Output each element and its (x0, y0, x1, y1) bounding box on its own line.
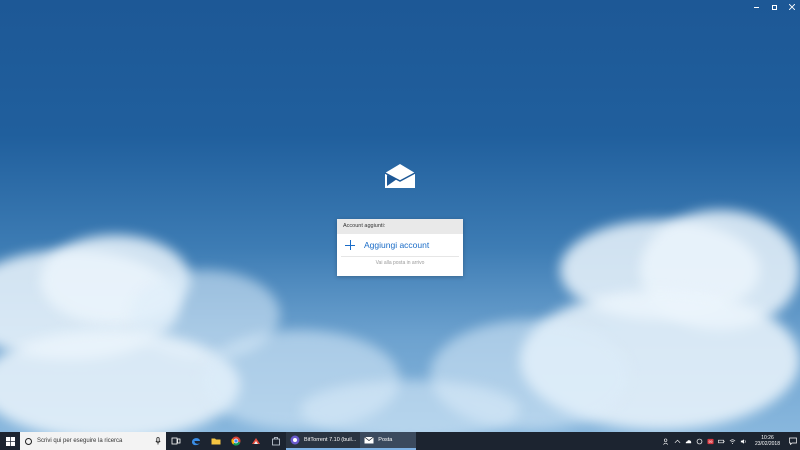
taskbar-item-label: BitTorrent 7.10 (buil... (304, 437, 357, 443)
taskbar: Scrivi qui per eseguire la ricerca BitTo… (0, 432, 800, 450)
system-tray: 99 10:26 23/02/2018 (661, 432, 800, 450)
chevron-up-icon[interactable] (672, 432, 683, 450)
edge-icon[interactable] (186, 432, 206, 450)
account-panel: Account aggiunti: Aggiungi account Vai a… (337, 219, 463, 276)
taskbar-item-label: Posta (378, 437, 393, 443)
taskbar-item-bittorrent[interactable]: BitTorrent 7.10 (buil... (286, 432, 361, 450)
start-button[interactable] (0, 432, 20, 450)
svg-text:99: 99 (709, 439, 713, 443)
sync-icon[interactable] (694, 432, 705, 450)
cortana-icon (25, 437, 32, 445)
add-account-button[interactable]: Aggiungi account (337, 234, 463, 256)
bittorrent-icon (290, 435, 300, 445)
mail-envelope-icon (384, 163, 416, 189)
volume-icon[interactable] (738, 432, 749, 450)
window-controls (746, 0, 800, 14)
clock[interactable]: 10:26 23/02/2018 (749, 435, 786, 448)
wifi-icon[interactable] (727, 432, 738, 450)
file-explorer-icon[interactable] (206, 432, 226, 450)
go-to-inbox-link[interactable]: Vai alla posta in arrivo (337, 257, 463, 266)
action-center-icon[interactable] (786, 432, 800, 450)
mail-icon (364, 436, 374, 444)
minimize-icon[interactable] (748, 0, 764, 14)
close-icon[interactable] (784, 0, 800, 14)
add-account-label: Aggiungi account (364, 240, 430, 250)
onedrive-icon[interactable] (683, 432, 694, 450)
clock-date: 23/02/2018 (754, 441, 780, 447)
search-placeholder: Scrivi qui per eseguire la ricerca (37, 438, 123, 444)
restore-icon[interactable] (766, 0, 782, 14)
taskbar-item-posta[interactable]: Posta (360, 432, 417, 450)
plus-icon (345, 240, 355, 250)
task-view-icon[interactable] (166, 432, 186, 450)
panel-header: Account aggiunti: (337, 219, 463, 234)
windows-icon (5, 436, 15, 446)
battery-icon[interactable] (716, 432, 727, 450)
search-input[interactable]: Scrivi qui per eseguire la ricerca (20, 432, 166, 450)
people-icon[interactable] (661, 432, 672, 450)
chrome-icon[interactable] (226, 432, 246, 450)
store-icon[interactable] (266, 432, 286, 450)
antivirus-badge-icon[interactable]: 99 (705, 432, 716, 450)
app-icon[interactable] (246, 432, 266, 450)
microphone-icon[interactable] (154, 437, 162, 445)
